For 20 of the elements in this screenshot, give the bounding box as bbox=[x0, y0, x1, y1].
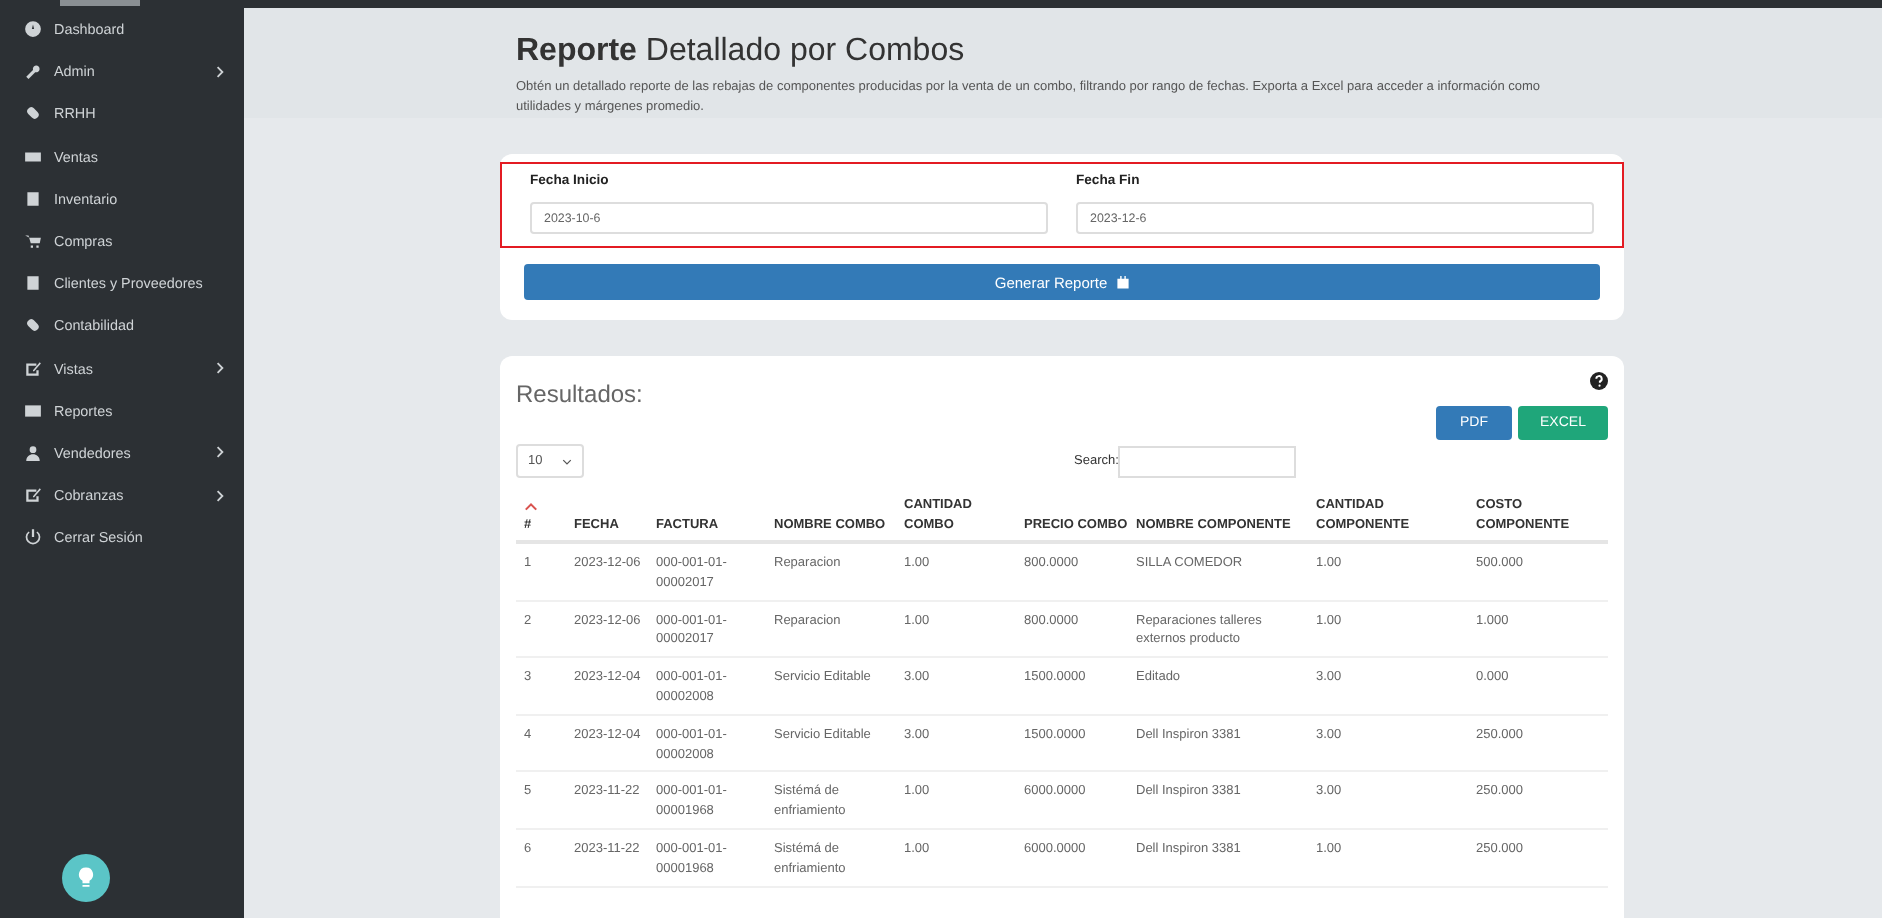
menu-item-icon bbox=[24, 232, 42, 251]
menu-item-icon bbox=[24, 274, 42, 293]
menu-item-icon bbox=[24, 104, 42, 123]
menu-item-icon bbox=[24, 189, 42, 208]
help-icon[interactable] bbox=[1590, 372, 1608, 391]
caret-icon bbox=[562, 457, 572, 466]
menu-item-icon bbox=[24, 359, 42, 378]
menu-item-icon bbox=[24, 62, 42, 81]
menu-item-icon bbox=[24, 401, 42, 420]
menu-item-icon bbox=[24, 528, 42, 547]
lightbulb-icon[interactable] bbox=[62, 854, 110, 902]
results-title: Resultados: bbox=[516, 380, 643, 413]
menu-item-icon bbox=[24, 316, 42, 335]
search-field[interactable] bbox=[1118, 445, 1297, 478]
page-title: Reporte Detallado por Combos bbox=[516, 34, 967, 70]
menu-item-icon bbox=[24, 443, 42, 462]
menu-item-icon bbox=[24, 20, 42, 39]
menu-item-icon bbox=[24, 486, 42, 505]
menu-item-icon bbox=[24, 147, 42, 166]
calendar-icon bbox=[1115, 275, 1130, 290]
